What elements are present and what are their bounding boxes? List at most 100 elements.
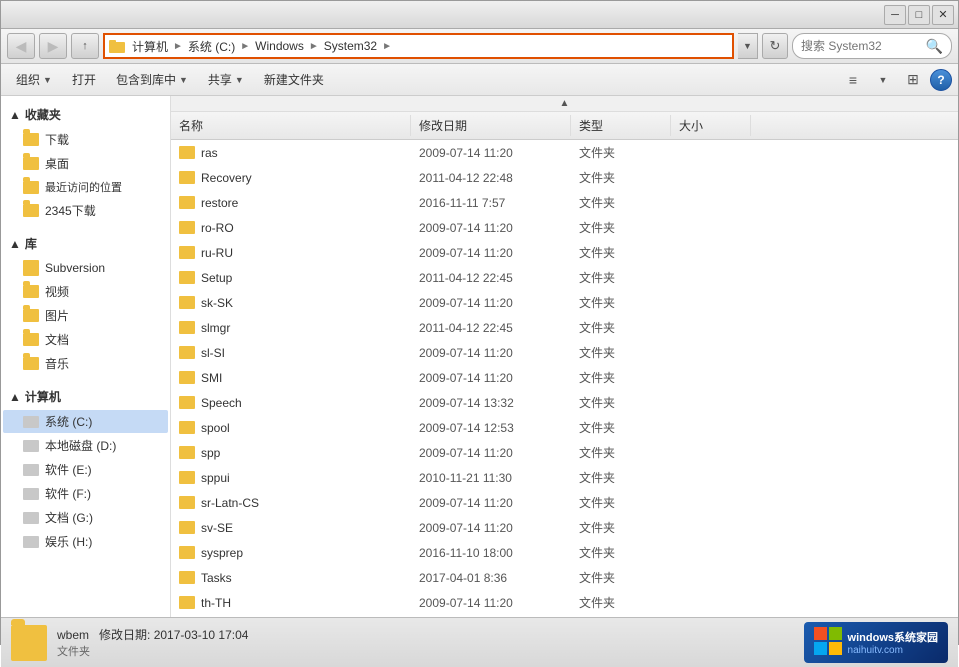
open-button[interactable]: 打开 (63, 67, 105, 92)
file-list: ras 2009-07-14 11:20 文件夹 Recovery 2011-0… (171, 140, 958, 617)
sidebar-favorites-header[interactable]: ▲ 收藏夹 (1, 102, 170, 127)
sidebar-item-g-drive[interactable]: 文档 (G:) (3, 506, 168, 529)
status-info: wbem 修改日期: 2017-03-10 17:04 文件夹 (57, 626, 248, 659)
view-dropdown-button[interactable]: ▼ (870, 69, 896, 91)
table-row[interactable]: slmgr 2011-04-12 22:45 文件夹 (171, 315, 958, 340)
sidebar-item-h-drive[interactable]: 娱乐 (H:) (3, 530, 168, 553)
folder-icon (23, 181, 39, 194)
share-button[interactable]: 共享 ▼ (199, 67, 253, 92)
folder-icon (23, 357, 39, 370)
status-name: wbem 修改日期: 2017-03-10 17:04 (57, 626, 248, 643)
drive-icon (23, 416, 39, 428)
maximize-button[interactable]: □ (908, 5, 930, 25)
sidebar-item-e-drive[interactable]: 软件 (E:) (3, 458, 168, 481)
table-row[interactable]: restore 2016-11-11 7:57 文件夹 (171, 190, 958, 215)
file-name-cell: th-TH (171, 594, 411, 612)
drive-icon (23, 440, 39, 452)
favorites-label: 收藏夹 (25, 106, 61, 123)
column-header: 名称 修改日期 类型 大小 (171, 112, 958, 140)
file-date-cell: 2017-04-01 8:36 (411, 569, 571, 587)
file-type-cell: 文件夹 (571, 267, 671, 288)
table-row[interactable]: ras 2009-07-14 11:20 文件夹 (171, 140, 958, 165)
breadcrumb-system32[interactable]: System32 (321, 38, 380, 54)
breadcrumb-drive[interactable]: 系统 (C:) (185, 37, 238, 56)
breadcrumb-windows[interactable]: Windows (252, 38, 307, 54)
breadcrumb: 计算机 ► 系统 (C:) ► Windows ► System32 ► (129, 37, 392, 56)
table-row[interactable]: Tasks 2017-04-01 8:36 文件夹 (171, 565, 958, 590)
refresh-button[interactable]: ↻ (762, 33, 788, 59)
sidebar-item-video[interactable]: 视频 (3, 280, 168, 303)
file-name-cell: SMI (171, 369, 411, 387)
forward-button[interactable]: ▶ (39, 33, 67, 59)
view-large-icon-button[interactable]: ⊞ (900, 69, 926, 91)
search-input[interactable] (801, 39, 922, 53)
table-row[interactable]: sr-Latn-CS 2009-07-14 11:20 文件夹 (171, 490, 958, 515)
table-row[interactable]: sysprep 2016-11-10 18:00 文件夹 (171, 540, 958, 565)
table-row[interactable]: Speech 2009-07-14 13:32 文件夹 (171, 390, 958, 415)
search-icon[interactable]: 🔍 (926, 36, 943, 56)
folder-icon (23, 333, 39, 346)
folder-icon (179, 596, 195, 609)
address-dropdown-button[interactable]: ▼ (738, 33, 758, 59)
include-library-button[interactable]: 包含到库中 ▼ (107, 67, 197, 92)
file-size-cell (671, 501, 751, 505)
table-row[interactable]: sv-SE 2009-07-14 11:20 文件夹 (171, 515, 958, 540)
sidebar-item-f-drive[interactable]: 软件 (F:) (3, 482, 168, 505)
sidebar-item-d-drive[interactable]: 本地磁盘 (D:) (3, 434, 168, 457)
file-size-cell (671, 526, 751, 530)
table-row[interactable]: SMI 2009-07-14 11:20 文件夹 (171, 365, 958, 390)
table-row[interactable]: ru-RU 2009-07-14 11:20 文件夹 (171, 240, 958, 265)
view-details-button[interactable]: ≡ (840, 69, 866, 91)
table-row[interactable]: ro-RO 2009-07-14 11:20 文件夹 (171, 215, 958, 240)
file-size-cell (671, 451, 751, 455)
table-row[interactable]: spp 2009-07-14 11:20 文件夹 (171, 440, 958, 465)
sidebar-item-music[interactable]: 音乐 (3, 352, 168, 375)
sidebar-item-recent[interactable]: 最近访问的位置 (3, 176, 168, 198)
minimize-button[interactable]: ─ (884, 5, 906, 25)
table-row[interactable]: Setup 2011-04-12 22:45 文件夹 (171, 265, 958, 290)
sidebar-item-documents[interactable]: 文档 (3, 328, 168, 351)
folder-icon (179, 346, 195, 359)
sidebar-item-desktop[interactable]: 桌面 (3, 152, 168, 175)
table-row[interactable]: th-TH 2009-07-14 11:20 文件夹 (171, 590, 958, 615)
table-row[interactable]: spool 2009-07-14 12:53 文件夹 (171, 415, 958, 440)
sidebar-item-pictures[interactable]: 图片 (3, 304, 168, 327)
help-button[interactable]: ? (930, 69, 952, 91)
search-box[interactable]: 🔍 (792, 33, 952, 59)
sidebar-item-c-drive[interactable]: 系统 (C:) (3, 410, 168, 433)
organize-button[interactable]: 组织 ▼ (7, 67, 61, 92)
file-type-cell: 文件夹 (571, 317, 671, 338)
table-row[interactable]: sk-SK 2009-07-14 11:20 文件夹 (171, 290, 958, 315)
table-row[interactable]: sl-SI 2009-07-14 11:20 文件夹 (171, 340, 958, 365)
file-size-cell (671, 351, 751, 355)
breadcrumb-computer[interactable]: 计算机 (129, 37, 171, 56)
file-date-cell: 2011-04-12 22:48 (411, 169, 571, 187)
up-button[interactable]: ↑ (71, 33, 99, 59)
new-folder-button[interactable]: 新建文件夹 (255, 67, 333, 92)
close-button[interactable]: ✕ (932, 5, 954, 25)
scroll-up-arrow[interactable]: ▲ (171, 96, 958, 112)
sidebar-library-header[interactable]: ▲ 库 (1, 231, 170, 256)
folder-icon (23, 309, 39, 322)
folder-icon (23, 157, 39, 170)
file-size-cell (671, 551, 751, 555)
col-date-header[interactable]: 修改日期 (411, 115, 571, 136)
table-row[interactable]: Recovery 2011-04-12 22:48 文件夹 (171, 165, 958, 190)
sidebar-item-downloads[interactable]: 下载 (3, 128, 168, 151)
back-button[interactable]: ◀ (7, 33, 35, 59)
file-date-cell: 2009-07-14 11:20 (411, 294, 571, 312)
file-name-cell: sk-SK (171, 294, 411, 312)
file-date-cell: 2016-11-11 7:57 (411, 194, 571, 212)
sidebar-computer-header[interactable]: ▲ 计算机 (1, 384, 170, 409)
sidebar-item-subversion[interactable]: Subversion (3, 257, 168, 279)
view-switcher: ≡ ▼ ⊞ ? (840, 69, 952, 91)
file-type-cell: 文件夹 (571, 392, 671, 413)
file-type-cell: 文件夹 (571, 592, 671, 613)
sidebar-item-2345[interactable]: 2345下载 (3, 199, 168, 222)
col-size-header[interactable]: 大小 (671, 115, 751, 136)
table-row[interactable]: tr-TR 2009-07-14 11:20 文件夹 (171, 615, 958, 617)
address-box[interactable]: 计算机 ► 系统 (C:) ► Windows ► System32 ► (103, 33, 734, 59)
col-name-header[interactable]: 名称 (171, 115, 411, 136)
col-type-header[interactable]: 类型 (571, 115, 671, 136)
table-row[interactable]: sppui 2010-11-21 11:30 文件夹 (171, 465, 958, 490)
